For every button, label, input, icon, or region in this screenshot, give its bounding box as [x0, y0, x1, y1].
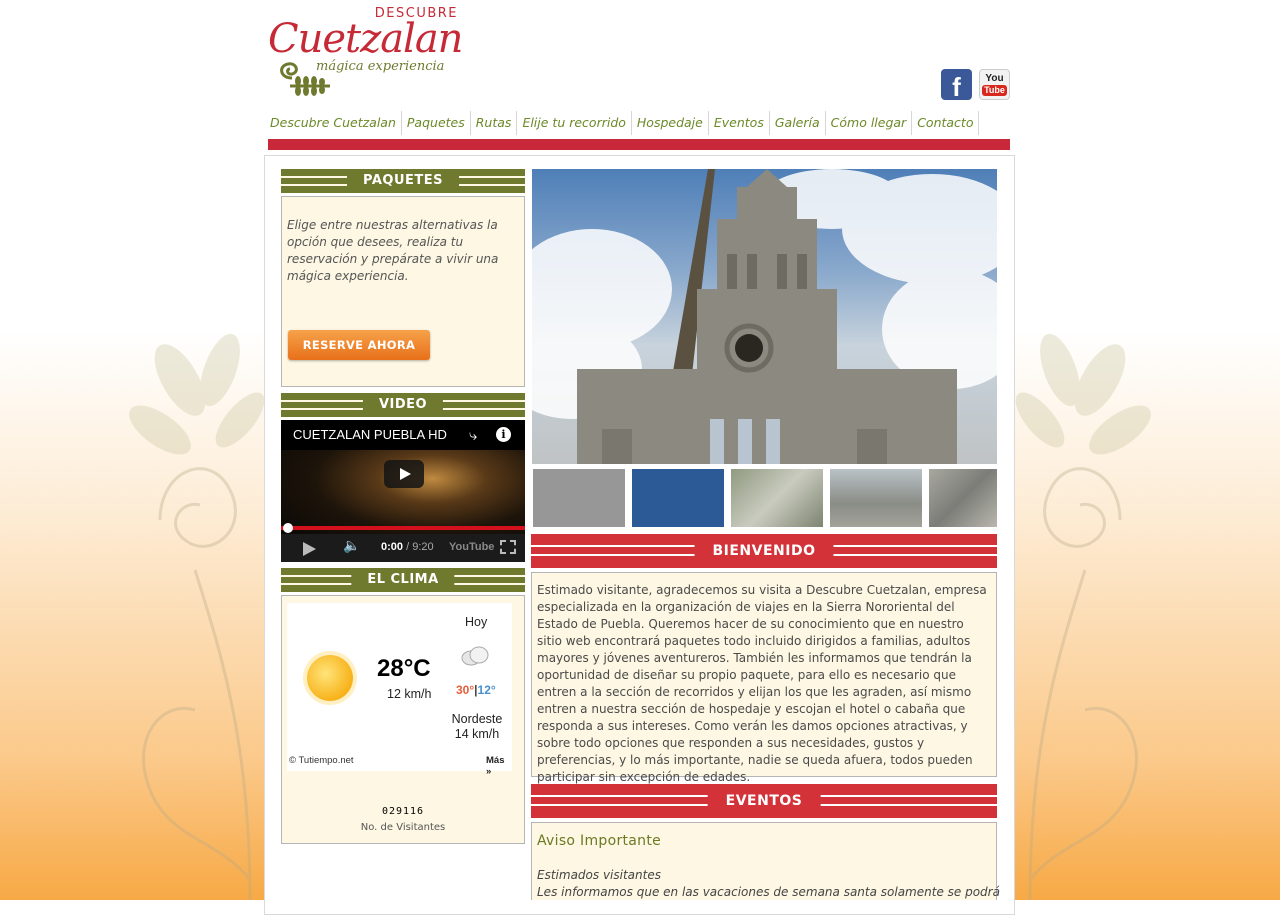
paquetes-heading: PAQUETES — [281, 169, 525, 193]
info-icon[interactable]: i — [496, 427, 511, 442]
eventos-heading: EVENTOS — [531, 784, 997, 818]
event-notice-line-1: Estimados visitantes — [537, 868, 661, 882]
video-time: 0:00 / 9:20 — [381, 541, 434, 553]
nav-galeria[interactable]: Galería — [770, 111, 826, 135]
nav-paquetes[interactable]: Paquetes — [402, 111, 471, 135]
nav-hospedaje[interactable]: Hospedaje — [632, 111, 709, 135]
video-controls: 🔈 0:00 / 9:20 YouTube — [281, 534, 525, 562]
youtube-icon[interactable]: You Tube — [979, 69, 1010, 100]
video-heading: VIDEO — [281, 393, 525, 417]
visitor-counter: 029116 — [381, 806, 425, 817]
wind-direction: Nordeste — [451, 712, 503, 726]
facebook-icon[interactable]: f — [941, 69, 972, 102]
wind-speed: 14 km/h — [454, 727, 500, 741]
video-player[interactable]: CUETZALAN PUEBLA HD ⤷ i 🔈 0:00 / 9:20 Yo… — [281, 420, 525, 562]
video-progress-bar[interactable] — [281, 526, 525, 530]
temperature-range: 30°|12° — [456, 683, 496, 697]
clima-heading-text: EL CLIMA — [351, 568, 455, 592]
main-nav: Descubre Cuetzalan Paquetes Rutas Elije … — [268, 111, 980, 135]
eventos-heading-text: EVENTOS — [707, 784, 821, 818]
nav-rutas[interactable]: Rutas — [471, 111, 518, 135]
play-button[interactable] — [384, 460, 424, 488]
clima-heading: EL CLIMA — [281, 568, 525, 592]
nav-elije-tu-recorrido[interactable]: Elije tu recorrido — [517, 111, 632, 135]
fullscreen-icon[interactable] — [500, 540, 516, 554]
today-label: Hoy — [465, 615, 488, 629]
gallery-thumb-1[interactable] — [533, 469, 625, 527]
nav-contacto[interactable]: Contacto — [912, 111, 980, 135]
bienvenido-heading: BIENVENIDO — [531, 534, 997, 568]
nav-descubre-cuetzalan[interactable]: Descubre Cuetzalan — [268, 111, 402, 135]
visitor-counter-label: No. de Visitantes — [360, 822, 446, 833]
gallery-thumb-2[interactable] — [632, 469, 724, 527]
video-title[interactable]: CUETZALAN PUEBLA HD — [293, 427, 447, 442]
bienvenido-box: Estimado visitante, agradecemos su visit… — [531, 572, 997, 784]
time-current: 0:00 — [381, 541, 404, 553]
welcome-text: Estimado visitante, agradecemos su visit… — [537, 583, 987, 784]
paquetes-heading-text: PAQUETES — [347, 169, 459, 193]
eventos-box: Aviso Importante Estimados visitantes Le… — [531, 822, 1000, 901]
weather-more-link[interactable]: Más » — [486, 755, 512, 777]
share-icon[interactable]: ⤷ — [469, 426, 477, 444]
video-heading-text: VIDEO — [362, 393, 444, 417]
gallery-thumb-4[interactable] — [830, 469, 922, 527]
reserve-now-button[interactable]: RESERVE AHORA — [288, 330, 430, 360]
temp-low: 12° — [477, 683, 496, 697]
current-temperature: 28°C — [377, 655, 431, 682]
wind-info: Nordeste 14 km/h — [447, 712, 507, 742]
volume-icon[interactable]: 🔈 — [343, 538, 360, 554]
leaf-ornament-right — [1015, 333, 1151, 900]
cloud-icon — [461, 646, 489, 666]
logo-brand: Cuetzalan — [268, 16, 463, 62]
youtube-logo[interactable]: YouTube — [449, 541, 494, 553]
clima-box: 28°C 12 km/h Hoy 30°|12° Nordeste 14 km/… — [281, 595, 525, 844]
sun-icon — [307, 655, 353, 701]
header-divider — [268, 139, 1010, 150]
logo-tagline: mágica experiencia — [316, 59, 445, 74]
temp-high: 30° — [456, 683, 475, 697]
gallery-thumb-5[interactable] — [929, 469, 997, 527]
leaf-ornament-left — [129, 333, 265, 900]
nav-eventos[interactable]: Eventos — [709, 111, 770, 135]
bienvenido-heading-text: BIENVENIDO — [694, 534, 834, 568]
time-total: / 9:20 — [406, 541, 434, 553]
hero-church-image — [532, 169, 997, 464]
paquetes-box: Elige entre nuestras alternativas la opc… — [281, 196, 525, 387]
paquetes-description: Elige entre nuestras alternativas la opc… — [287, 218, 499, 283]
event-notice-line-2: Les informamos que en las vacaciones de … — [537, 885, 1000, 899]
nav-como-llegar[interactable]: Cómo llegar — [826, 111, 913, 135]
gallery-thumb-3[interactable] — [731, 469, 823, 527]
youtube-glyph-top: You — [985, 73, 1004, 84]
youtube-glyph-bottom: Tube — [982, 85, 1007, 96]
current-wind-speed: 12 km/h — [387, 687, 432, 701]
weather-widget: 28°C 12 km/h Hoy 30°|12° Nordeste 14 km/… — [287, 603, 512, 777]
event-notice-title: Aviso Importante — [537, 833, 662, 849]
weather-credit-link[interactable]: © Tutiempo.net — [289, 755, 354, 766]
fern-icon — [280, 62, 330, 96]
site-logo[interactable]: DESCUBRE Cuetzalan mágica experiencia — [268, 6, 463, 96]
control-play-icon[interactable] — [303, 542, 316, 556]
church-illustration — [532, 169, 997, 464]
event-notice-text: Estimados visitantes Les informamos que … — [537, 867, 1000, 901]
video-scrubber[interactable] — [283, 523, 293, 533]
facebook-glyph: f — [952, 72, 961, 102]
